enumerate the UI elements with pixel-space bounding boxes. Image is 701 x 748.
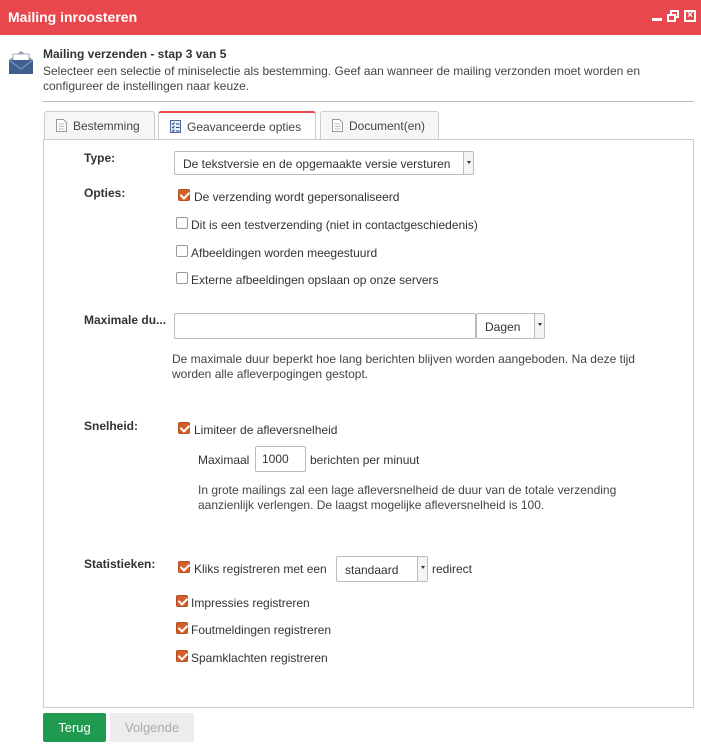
- clicks-suffix: redirect: [432, 562, 473, 576]
- errors-checkbox[interactable]: [176, 622, 188, 634]
- clicks-prefix: Kliks registreren met een: [194, 562, 327, 576]
- limit-speed-label: Limiteer de afleversnelheid: [194, 423, 338, 437]
- max-duration-label: Maximale du...: [84, 313, 167, 327]
- envelope-icon: [8, 51, 34, 74]
- max-rate-input[interactable]: [255, 446, 306, 472]
- type-select-value: De tekstversie en de opgemaakte versie v…: [183, 157, 451, 171]
- window-titlebar: Mailing inroosteren ×: [0, 0, 701, 35]
- restore-icon[interactable]: [667, 10, 679, 22]
- personalized-label: De verzending wordt gepersonaliseerd: [194, 190, 400, 204]
- type-label: Type:: [84, 151, 116, 165]
- checklist-icon: [170, 120, 181, 133]
- limit-speed-checkbox[interactable]: [178, 422, 190, 434]
- step-title: Mailing verzenden - stap 3 van 5: [43, 47, 227, 61]
- personalized-checkbox[interactable]: [178, 189, 190, 201]
- spam-checkbox[interactable]: [176, 650, 188, 662]
- document-icon: [56, 119, 67, 132]
- back-button[interactable]: Terug: [43, 713, 106, 742]
- errors-label: Foutmeldingen registreren: [191, 623, 332, 637]
- speed-label: Snelheid:: [84, 419, 139, 433]
- chevron-down-icon: [463, 152, 473, 174]
- minimize-icon[interactable]: [651, 10, 663, 22]
- test-send-checkbox[interactable]: [176, 217, 188, 229]
- spam-label: Spamklachten registreren: [191, 651, 328, 665]
- duration-unit-select[interactable]: Dagen: [476, 313, 545, 339]
- chevron-down-icon: [417, 557, 427, 581]
- max-rate-suffix: berichten per minuut: [310, 453, 420, 467]
- images-label: Afbeeldingen worden meegestuurd: [191, 246, 378, 260]
- next-button[interactable]: Volgende: [110, 713, 194, 742]
- impressions-label: Impressies registreren: [191, 596, 310, 610]
- redirect-value: standaard: [345, 563, 399, 577]
- external-images-checkbox[interactable]: [176, 272, 188, 284]
- clicks-checkbox[interactable]: [178, 561, 190, 573]
- max-duration-input[interactable]: [174, 313, 476, 339]
- external-images-label: Externe afbeeldingen opslaan op onze ser…: [191, 273, 439, 287]
- close-icon[interactable]: ×: [684, 10, 696, 22]
- document-icon: [332, 119, 343, 132]
- speed-note: In grote mailings zal een lage afleversn…: [198, 483, 617, 512]
- options-label: Opties:: [84, 186, 126, 200]
- divider: [43, 101, 694, 102]
- images-checkbox[interactable]: [176, 245, 188, 257]
- statistics-label: Statistieken:: [84, 557, 156, 571]
- redirect-select[interactable]: standaard: [336, 556, 428, 582]
- tab-label: Geavanceerde opties: [187, 120, 302, 134]
- step-description: Selecteer een selectie of miniselectie a…: [43, 64, 640, 93]
- test-send-label: Dit is een testverzending (niet in conta…: [191, 218, 478, 232]
- max-duration-note: De maximale duur beperkt hoe lang berich…: [172, 352, 635, 381]
- duration-unit-value: Dagen: [485, 320, 521, 334]
- tab-label: Document(en): [349, 119, 426, 133]
- window-title: Mailing inroosteren: [8, 9, 138, 25]
- max-rate-prefix: Maximaal: [198, 453, 250, 467]
- tab-documenten[interactable]: Document(en): [320, 111, 439, 139]
- tab-label: Bestemming: [73, 119, 140, 133]
- tab-bestemming[interactable]: Bestemming: [44, 111, 155, 139]
- chevron-down-icon: [534, 314, 544, 338]
- type-select[interactable]: De tekstversie en de opgemaakte versie v…: [174, 151, 474, 175]
- tab-geavanceerde-opties[interactable]: Geavanceerde opties: [158, 111, 316, 140]
- impressions-checkbox[interactable]: [176, 595, 188, 607]
